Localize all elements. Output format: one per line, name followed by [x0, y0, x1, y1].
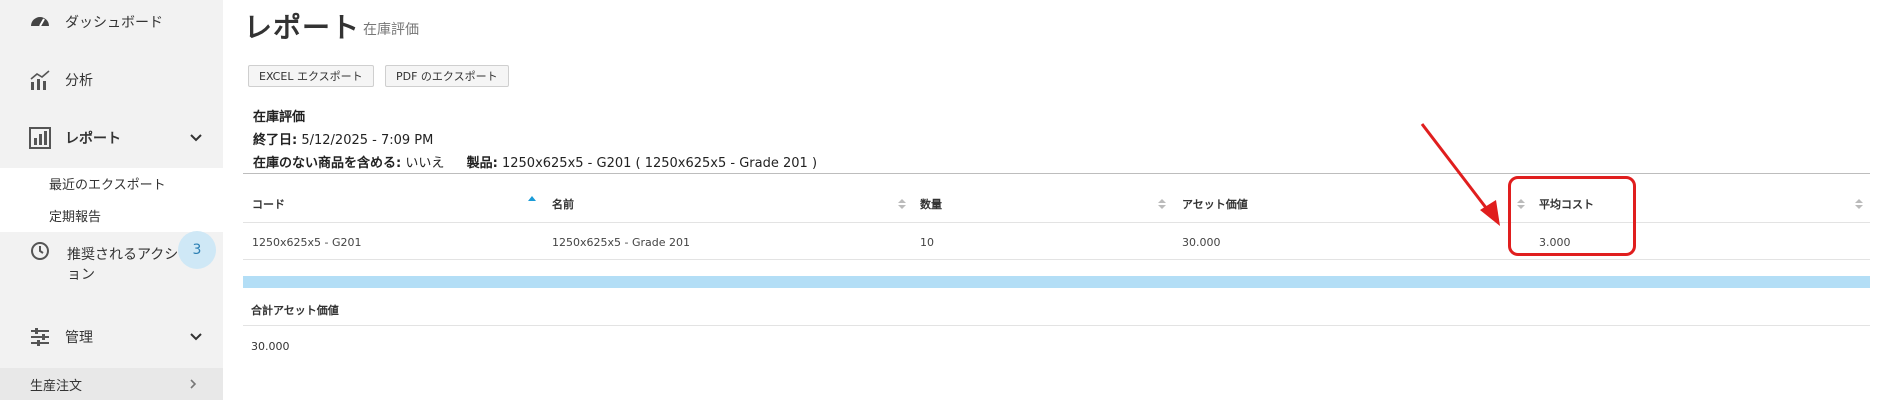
- annotation-highlight-box: [1508, 176, 1636, 256]
- report-filters: 在庫のない商品を含める: いいえ 製品: 1250x625x5 - G201 (…: [253, 152, 817, 171]
- sidebar-item-dashboard[interactable]: ダッシュボード: [0, 10, 223, 34]
- column-header-name[interactable]: 名前: [552, 196, 574, 212]
- chevron-down-icon[interactable]: [189, 131, 203, 145]
- sidebar: ダッシュボード 分析 レポート 最近のエクスポート 定期報告 推奨されるアクショ…: [0, 0, 223, 400]
- sliders-icon: [31, 328, 49, 346]
- sidebar-subitem-recent-exports[interactable]: 最近のエクスポート: [49, 174, 166, 193]
- cell-quantity: 10: [920, 236, 934, 249]
- cell-code: 1250x625x5 - G201: [252, 236, 362, 249]
- sidebar-item-label: 推奨されるアクション: [67, 247, 179, 283]
- sidebar-item-management[interactable]: 管理: [0, 325, 223, 349]
- report-icon: [29, 127, 51, 149]
- total-asset-value: 30.000: [251, 340, 290, 353]
- sort-icon[interactable]: [1158, 198, 1166, 210]
- cell-asset-value: 30.000: [1182, 236, 1221, 249]
- excel-export-button[interactable]: EXCEL エクスポート: [248, 65, 374, 87]
- sidebar-item-label: 管理: [65, 330, 93, 346]
- report-end-date: 終了日: 5/12/2025 - 7:09 PM: [253, 129, 433, 148]
- sidebar-item-production-orders[interactable]: 生産注文: [0, 368, 223, 400]
- annotation-arrow: [1420, 123, 1500, 226]
- sidebar-item-label: 分析: [65, 73, 93, 89]
- analytics-icon: [30, 70, 50, 90]
- page-title: レポート: [244, 11, 361, 44]
- column-header-code[interactable]: コード: [252, 196, 285, 212]
- product-value: 1250x625x5 - G201 ( 1250x625x5 - Grade 2…: [501, 156, 818, 171]
- column-header-asset-value[interactable]: アセット価値: [1182, 196, 1248, 212]
- sidebar-item-analytics[interactable]: 分析: [0, 68, 223, 92]
- report-name: 在庫評価: [253, 110, 306, 125]
- page-subtitle: 在庫評価: [363, 22, 419, 38]
- end-date-label: 終了日:: [253, 133, 298, 148]
- summary-bar: [243, 276, 1870, 288]
- history-icon: [31, 242, 49, 260]
- reports-submenu: 最近のエクスポート 定期報告: [0, 168, 223, 232]
- cell-name: 1250x625x5 - Grade 201: [552, 236, 690, 249]
- sidebar-subitem-scheduled-reports[interactable]: 定期報告: [49, 206, 101, 225]
- end-date-value: 5/12/2025 - 7:09 PM: [301, 133, 434, 148]
- sort-icon[interactable]: [1855, 198, 1863, 210]
- sidebar-item-label: レポート: [65, 131, 121, 147]
- summary-divider: [243, 325, 1870, 326]
- product-label: 製品:: [466, 156, 498, 171]
- sidebar-item-reports[interactable]: レポート: [0, 126, 223, 150]
- chevron-right-icon: [190, 379, 197, 389]
- actions-count-badge: 3: [178, 231, 216, 269]
- sidebar-item-label: 生産注文: [30, 379, 83, 394]
- row-divider: [243, 259, 1870, 260]
- sort-asc-icon[interactable]: [528, 195, 536, 207]
- table-top-border: [243, 173, 1870, 174]
- sidebar-item-label: ダッシュボード: [65, 15, 163, 31]
- chevron-down-icon[interactable]: [189, 330, 203, 344]
- sort-icon[interactable]: [898, 198, 906, 210]
- gauge-icon: [31, 17, 49, 27]
- column-header-quantity[interactable]: 数量: [920, 196, 942, 212]
- include-empty-value: いいえ: [405, 156, 445, 171]
- include-empty-label: 在庫のない商品を含める:: [253, 156, 402, 171]
- total-asset-value-label: 合計アセット価値: [251, 304, 339, 317]
- pdf-export-button[interactable]: PDF のエクスポート: [385, 65, 509, 87]
